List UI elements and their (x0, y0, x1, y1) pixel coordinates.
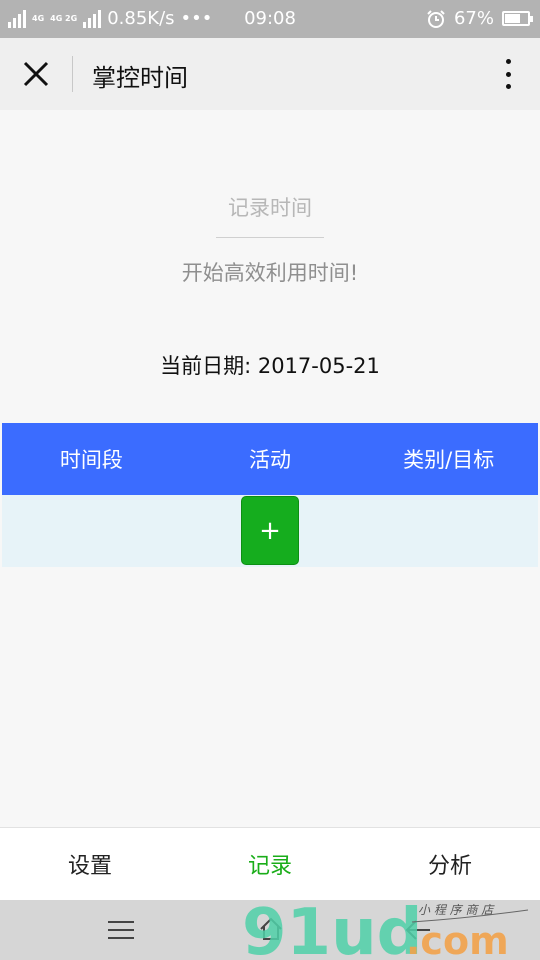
more-vertical-icon (505, 59, 511, 64)
tab-analysis[interactable]: 分析 (360, 828, 540, 900)
battery-percent: 67% (453, 8, 494, 29)
system-nav-bar (0, 900, 540, 960)
bottom-tab-bar: 设置 记录 分析 (0, 827, 540, 900)
menu-icon[interactable] (108, 921, 134, 939)
record-divider (216, 237, 324, 238)
title-divider (72, 56, 73, 92)
status-bar: 4G 4G 2G 0.85K/s ••• 09:08 67% (0, 0, 540, 38)
add-record-button[interactable]: + (241, 496, 299, 565)
title-bar: 掌控时间 (0, 38, 540, 110)
status-right: 67% (426, 8, 533, 29)
record-title: 记录时间 (228, 196, 312, 220)
close-button[interactable] (18, 56, 54, 92)
current-date: 当前日期: 2017-05-21 (160, 354, 380, 378)
back-icon[interactable] (404, 918, 432, 942)
table-header: 时间段 活动 类别/目标 (2, 423, 538, 495)
column-header-activity: 活动 (249, 448, 291, 472)
more-button[interactable] (498, 56, 518, 92)
table-body: + (2, 495, 538, 567)
tab-record[interactable]: 记录 (180, 828, 360, 900)
home-icon[interactable] (258, 916, 284, 942)
column-header-category-goal: 类别/目标 (403, 448, 495, 472)
alarm-icon (427, 9, 445, 28)
battery-icon (502, 11, 533, 26)
column-header-time-period: 时间段 (59, 448, 123, 472)
tab-settings[interactable]: 设置 (0, 828, 180, 900)
page-title: 掌控时间 (92, 64, 188, 92)
record-subtitle: 开始高效利用时间! (181, 261, 359, 285)
close-icon (23, 61, 49, 87)
